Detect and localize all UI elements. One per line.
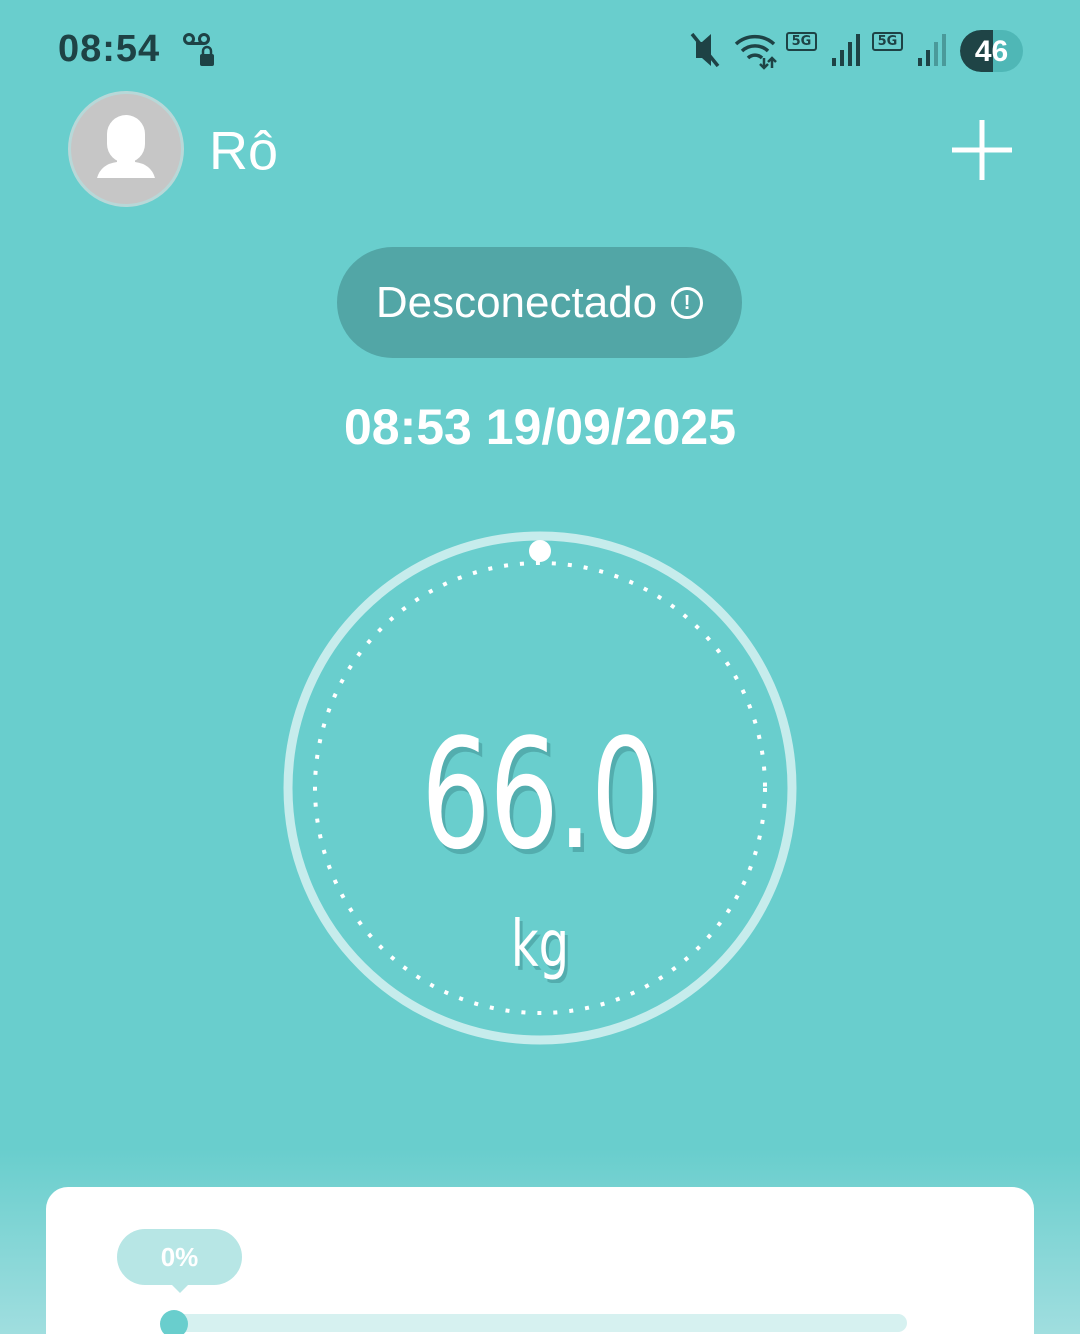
gauge-indicator-dot: [529, 540, 551, 562]
connection-status-button[interactable]: Desconectado !: [337, 247, 742, 358]
5g-icon: 5G: [786, 32, 817, 51]
wifi-icon: [734, 34, 777, 70]
progress-track: [166, 1314, 907, 1332]
voicemail-lock-icon: [183, 33, 214, 66]
battery-indicator: 46: [960, 30, 1023, 72]
progress-bubble-tail: [170, 1283, 190, 1293]
signal-icon: [832, 34, 860, 66]
connection-status-label: Desconectado: [375, 277, 658, 327]
measurement-datetime: 08:53 19/09/2025: [343, 399, 737, 455]
user-name[interactable]: Rô: [209, 120, 278, 182]
avatar[interactable]: [68, 91, 184, 207]
signal-weak-icon: [918, 34, 946, 66]
user-silhouette-icon: [97, 115, 155, 178]
status-time: 08:54: [58, 28, 161, 70]
progress-knob[interactable]: [160, 1310, 188, 1334]
weight-unit: kg: [510, 908, 570, 982]
plus-icon: [952, 120, 1012, 180]
mute-icon: [690, 32, 720, 68]
info-circle-icon: !: [671, 286, 704, 319]
add-button[interactable]: [950, 118, 1014, 182]
5g-icon: 5G: [872, 32, 903, 51]
battery-label: 46: [974, 35, 1009, 68]
status-bar: 08:54 5G 5G 46: [0, 0, 1080, 100]
progress-bubble: 0%: [117, 1229, 242, 1285]
weight-value: 66.0: [421, 706, 660, 883]
